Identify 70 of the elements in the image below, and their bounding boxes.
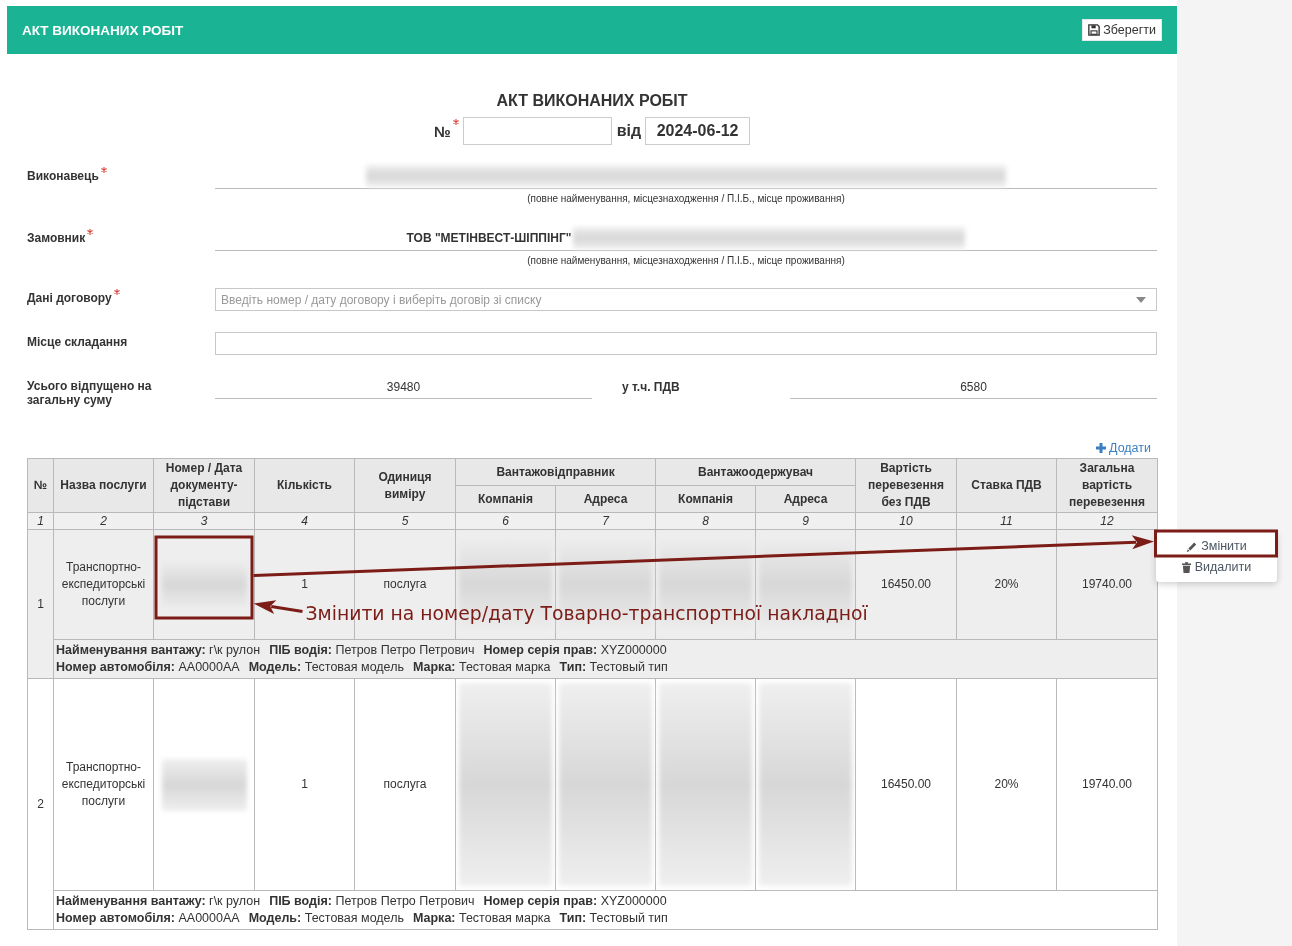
- detail-text: Тип: Тестовый тип: [559, 911, 668, 925]
- detail-text: Номер серія прав: XYZ000000: [483, 643, 667, 657]
- detail-text: Номер автомобіля: АА0000АА: [56, 660, 240, 674]
- amount-field[interactable]: 39480: [215, 376, 592, 399]
- table-cell: Транспортно-експедиторські послуги: [53, 529, 154, 640]
- field-label: у т.ч. ПДВ: [621, 379, 681, 396]
- column-header: Одиниця виміру: [354, 458, 456, 513]
- amount-field[interactable]: 6580: [790, 376, 1157, 399]
- field-label: Усього відпущено на загальну суму: [27, 379, 153, 407]
- add-link[interactable]: Додати: [1096, 441, 1151, 455]
- text-field[interactable]: [215, 164, 1157, 189]
- table-cell: послуга: [354, 678, 456, 891]
- field-label: Дані договору: [27, 291, 112, 305]
- column-header: №: [27, 458, 54, 513]
- edit-menu-item[interactable]: Змінити: [1156, 535, 1277, 557]
- date-label: від: [616, 122, 642, 140]
- annotation-text: Змінити на номер/дату Товарно-транспортної накладної: [305, 602, 868, 625]
- column-header: Вантажоодержувач: [655, 458, 856, 486]
- column-header: Адреса: [755, 485, 856, 513]
- detail-text: Модель: Тестовая модель: [248, 660, 404, 674]
- field-label: Місце складання: [27, 335, 128, 349]
- column-header: Номер / Дата документу-підстави: [153, 458, 255, 513]
- text-field[interactable]: [215, 332, 1157, 355]
- column-header: Вантажовідправник: [455, 458, 656, 486]
- trash-icon: [1181, 561, 1191, 573]
- table-cell: 20%: [956, 529, 1057, 640]
- header-title: АКТ ВИКОНАНИХ РОБІТ: [22, 22, 184, 38]
- table-cell: 16450.00: [855, 678, 957, 891]
- field-hint: (повне найменування, місцезнаходження / П.І.Б., місце проживання): [526, 192, 846, 206]
- document-title: АКТ ВИКОНАНИХ РОБІТ: [495, 91, 689, 111]
- column-header: Загальна вартість перевезення: [1056, 458, 1158, 513]
- column-header: Кількість: [254, 458, 355, 513]
- save-icon: [1088, 24, 1101, 36]
- detail-text: ПІБ водія: Петров Петро Петрович: [269, 643, 475, 657]
- save-button[interactable]: Зберегти: [1082, 19, 1162, 41]
- column-header: Вартість перевезення без ПДВ: [855, 458, 957, 513]
- text-field[interactable]: ТОВ "МЕТІНВЕСТ-ШІППІНГ": [215, 226, 1157, 251]
- column-header: Компанія: [455, 485, 556, 513]
- column-header: Адреса: [555, 485, 656, 513]
- table-cell: 19740.00: [1056, 678, 1158, 891]
- number-label: №: [433, 122, 451, 140]
- delete-menu-item[interactable]: Видалити: [1156, 556, 1277, 578]
- plus-icon: [1096, 443, 1107, 453]
- detail-text: ПІБ водія: Петров Петро Петрович: [269, 894, 475, 908]
- detail-text: Модель: Тестовая модель: [248, 911, 404, 925]
- table-cell: 2: [27, 678, 54, 930]
- detail-text: Номер автомобіля: АА0000АА: [56, 911, 240, 925]
- table-cell: 1: [254, 678, 355, 891]
- caret-icon: [1136, 296, 1146, 303]
- field-label: Замовник: [27, 231, 86, 245]
- detail-text: Найменування вантажу: г\к рулон: [56, 643, 261, 657]
- field-value: ТОВ "МЕТІНВЕСТ-ШІППІНГ": [406, 231, 572, 245]
- column-header: Ставка ПДВ: [956, 458, 1057, 513]
- pencil-icon: [1186, 540, 1198, 552]
- table-cell: 19740.00: [1056, 529, 1158, 640]
- detail-text: Тип: Тестовый тип: [559, 660, 668, 674]
- date-field[interactable]: 2024-06-12: [645, 117, 751, 145]
- detail-text: Номер серія прав: XYZ000000: [483, 894, 667, 908]
- field-hint: (повне найменування, місцезнаходження / П.І.Б., місце проживання): [526, 254, 846, 268]
- column-header: Компанія: [655, 485, 756, 513]
- table-cell: 20%: [956, 678, 1057, 891]
- table-cell: Транспортно-експедиторські послуги: [53, 678, 154, 891]
- number-field[interactable]: [462, 117, 612, 145]
- field-label: Виконавець: [27, 169, 99, 183]
- annotation-arrow: [253, 600, 303, 614]
- column-header: Назва послуги: [53, 458, 154, 513]
- detail-text: Найменування вантажу: г\к рулон: [56, 894, 261, 908]
- detail-text: Марка: Тестовая марка: [412, 911, 551, 925]
- table-cell: 1: [27, 529, 54, 679]
- detail-text: Марка: Тестовая марка: [412, 660, 551, 674]
